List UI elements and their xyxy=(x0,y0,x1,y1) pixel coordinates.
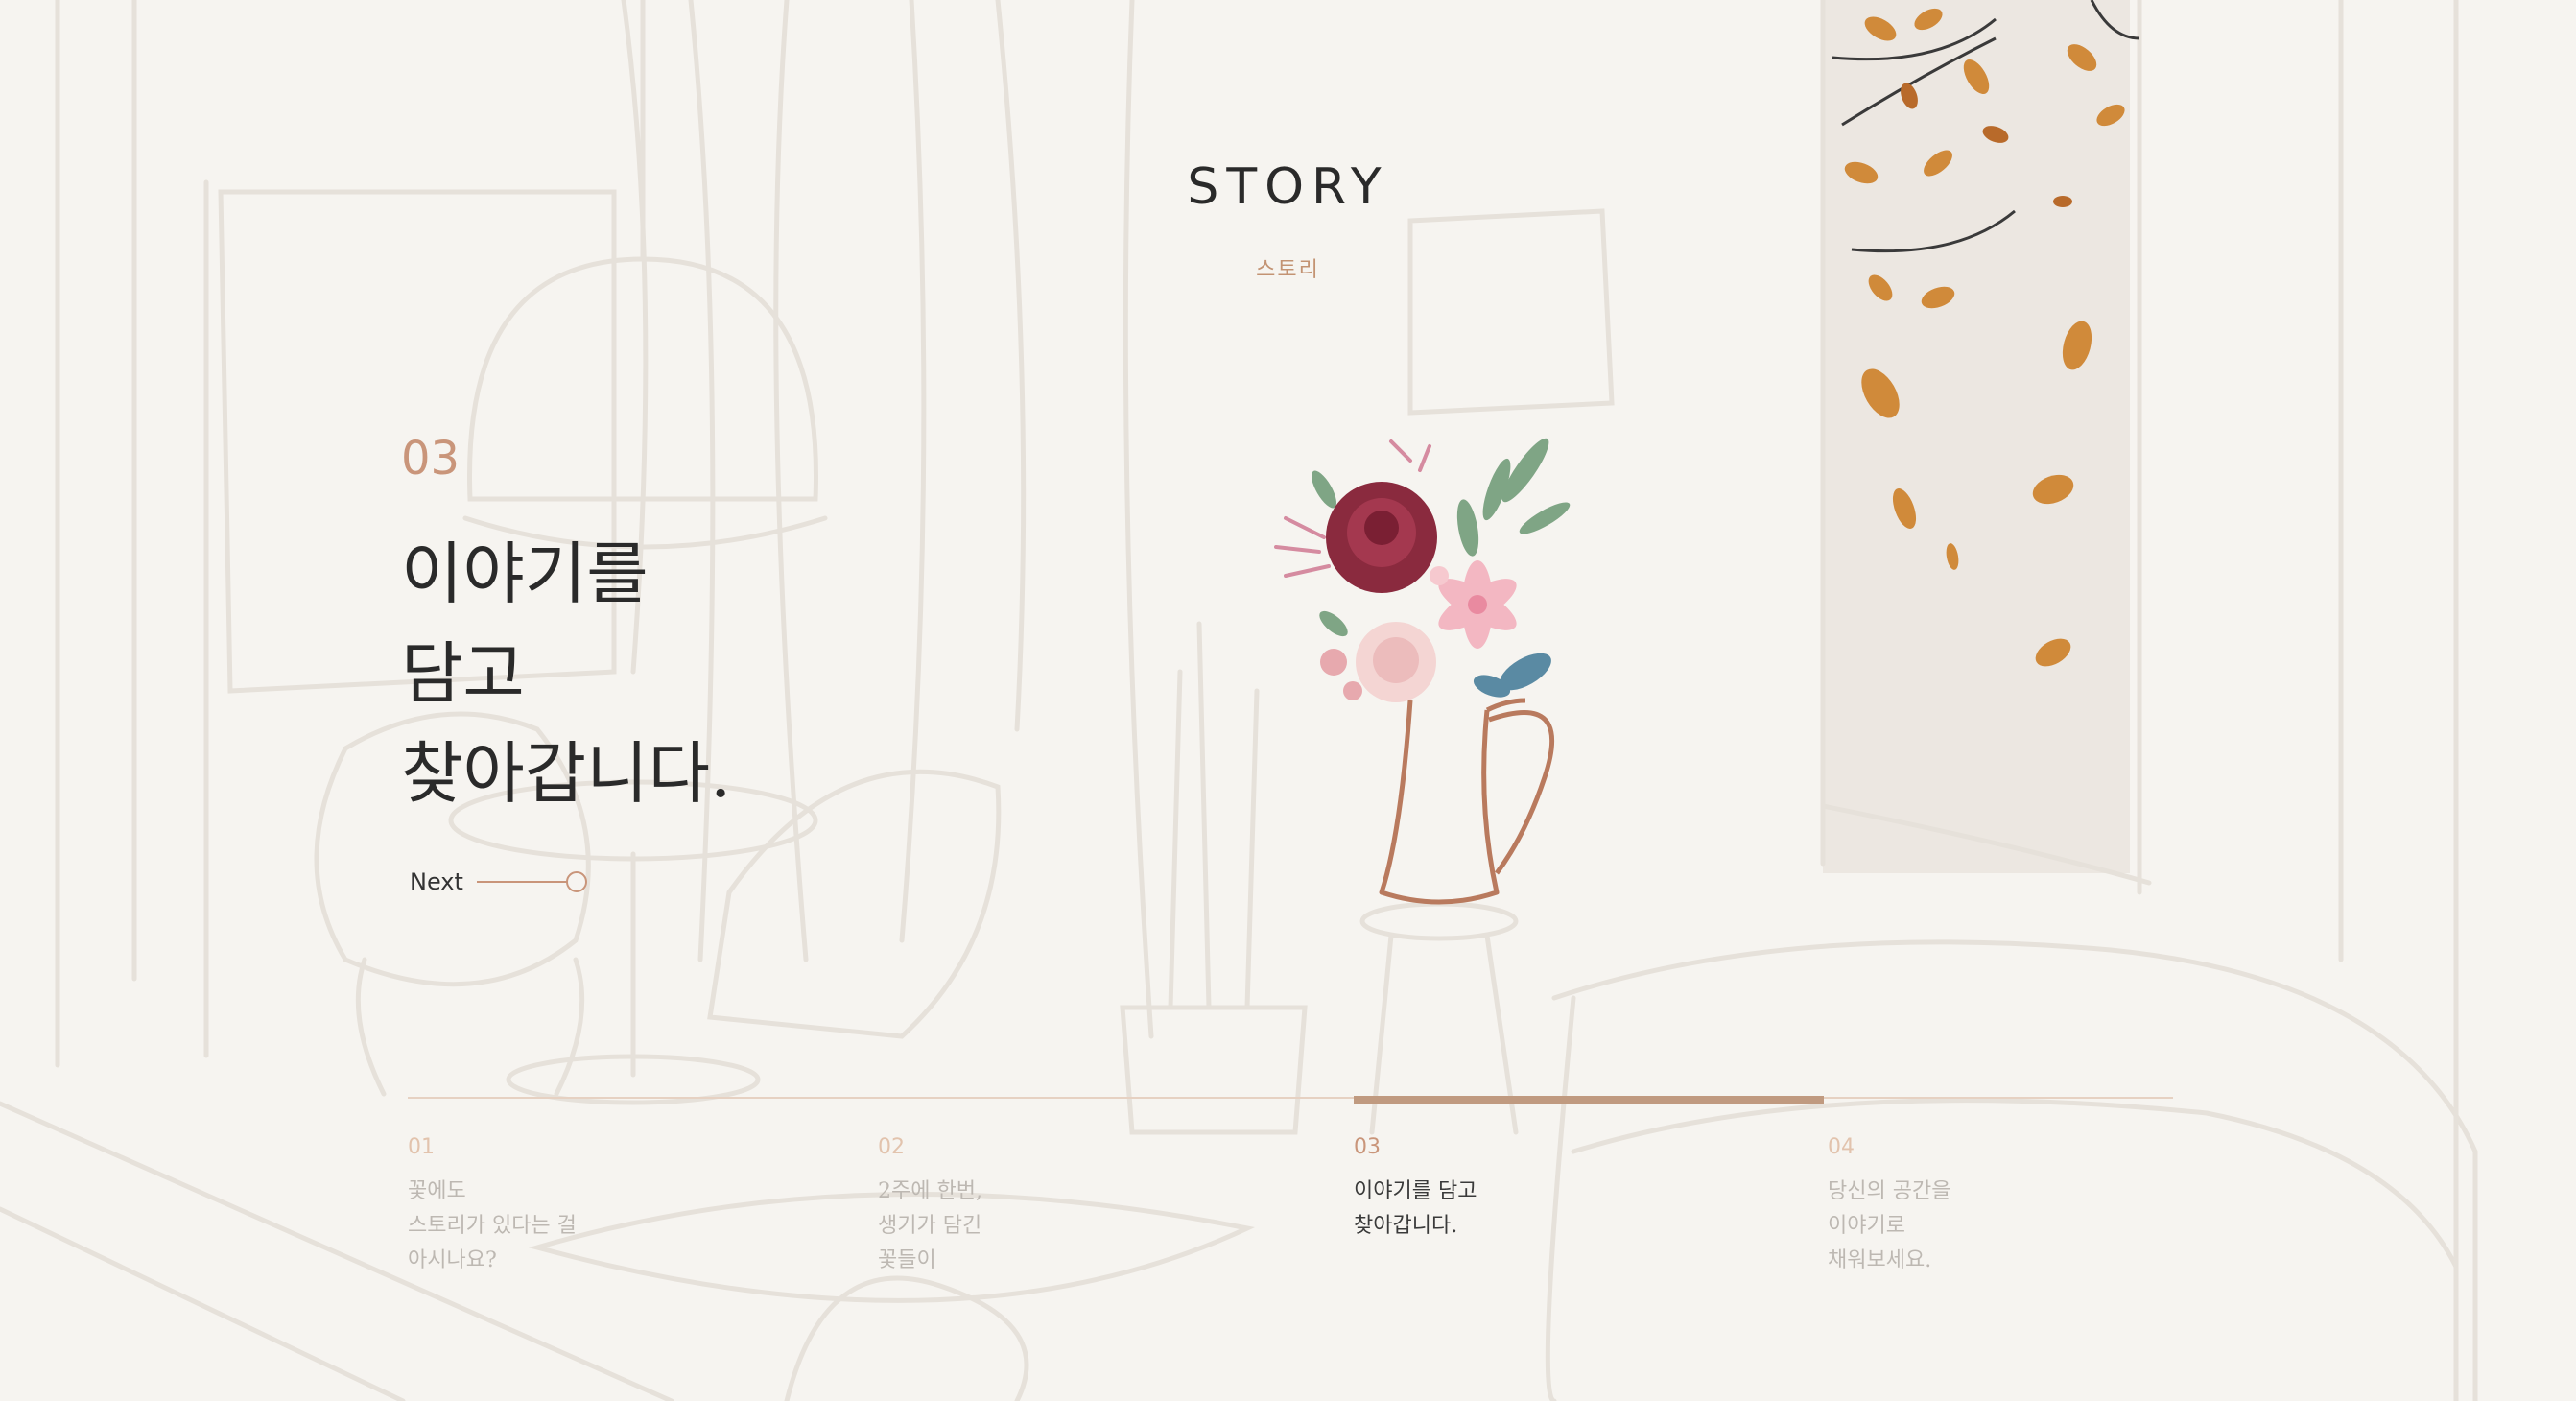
vase-icon xyxy=(1274,438,1571,905)
story-headline-line: 찾아갑니다. xyxy=(401,734,732,813)
step-text: 이야기를 담고 찾아갑니다. xyxy=(1354,1175,1757,1244)
step-item-02[interactable]: 02 2주에 한번, 생기가 담긴 꽃들이 xyxy=(878,1135,1281,1278)
progress-indicator xyxy=(1354,1096,1824,1104)
step-line: 찾아갑니다. xyxy=(1354,1214,1458,1238)
section-subtitle: 스토리 xyxy=(1256,258,1320,282)
section-header: STORY 스토리 xyxy=(0,158,2576,283)
step-item-04[interactable]: 04 당신의 공간을 이야기로 채워보세요. xyxy=(1828,1135,2231,1278)
step-item-01[interactable]: 01 꽃에도 스토리가 있다는 걸 아시나요? xyxy=(408,1135,811,1278)
step-line: 2주에 한번, xyxy=(878,1179,982,1203)
step-text: 2주에 한번, 생기가 담긴 꽃들이 xyxy=(878,1175,1281,1278)
step-line: 꽃들이 xyxy=(878,1248,936,1272)
section-title: STORY xyxy=(1187,158,1389,216)
next-label: Next xyxy=(410,868,463,895)
step-line: 이야기로 xyxy=(1828,1214,1905,1238)
progress-track xyxy=(408,1097,2173,1099)
step-number: 03 xyxy=(1354,1135,1381,1159)
story-number: 03 xyxy=(401,432,461,486)
story-steps: 01 꽃에도 스토리가 있다는 걸 아시나요? 02 2주에 한번, 생기가 담… xyxy=(408,1135,2173,1327)
next-circle-icon xyxy=(565,871,587,892)
step-line: 이야기를 담고 xyxy=(1354,1179,1477,1203)
story-headline-line: 이야기를 xyxy=(401,534,649,613)
autumn-leaves-icon xyxy=(1832,0,2139,667)
story-hero: 03 이야기를 담고 찾아갑니다. Next xyxy=(401,432,1073,895)
step-number: 01 xyxy=(408,1135,435,1159)
step-line: 생기가 담긴 xyxy=(878,1214,982,1238)
step-item-03[interactable]: 03 이야기를 담고 찾아갑니다. xyxy=(1354,1135,1757,1244)
step-line: 꽃에도 xyxy=(408,1179,466,1203)
step-number: 04 xyxy=(1828,1135,1855,1159)
step-text: 꽃에도 스토리가 있다는 걸 아시나요? xyxy=(408,1175,811,1278)
step-line: 당신의 공간을 xyxy=(1828,1179,1951,1203)
story-headline-line: 담고 xyxy=(401,634,525,713)
story-headline: 이야기를 담고 찾아갑니다. xyxy=(401,524,1073,823)
step-text: 당신의 공간을 이야기로 채워보세요. xyxy=(1828,1175,2231,1278)
next-button[interactable]: Next xyxy=(410,868,587,895)
step-line: 스토리가 있다는 걸 xyxy=(408,1214,577,1238)
arrow-line-icon xyxy=(476,881,568,883)
step-line: 아시나요? xyxy=(408,1248,497,1272)
step-number: 02 xyxy=(878,1135,905,1159)
step-line: 채워보세요. xyxy=(1828,1248,1932,1272)
